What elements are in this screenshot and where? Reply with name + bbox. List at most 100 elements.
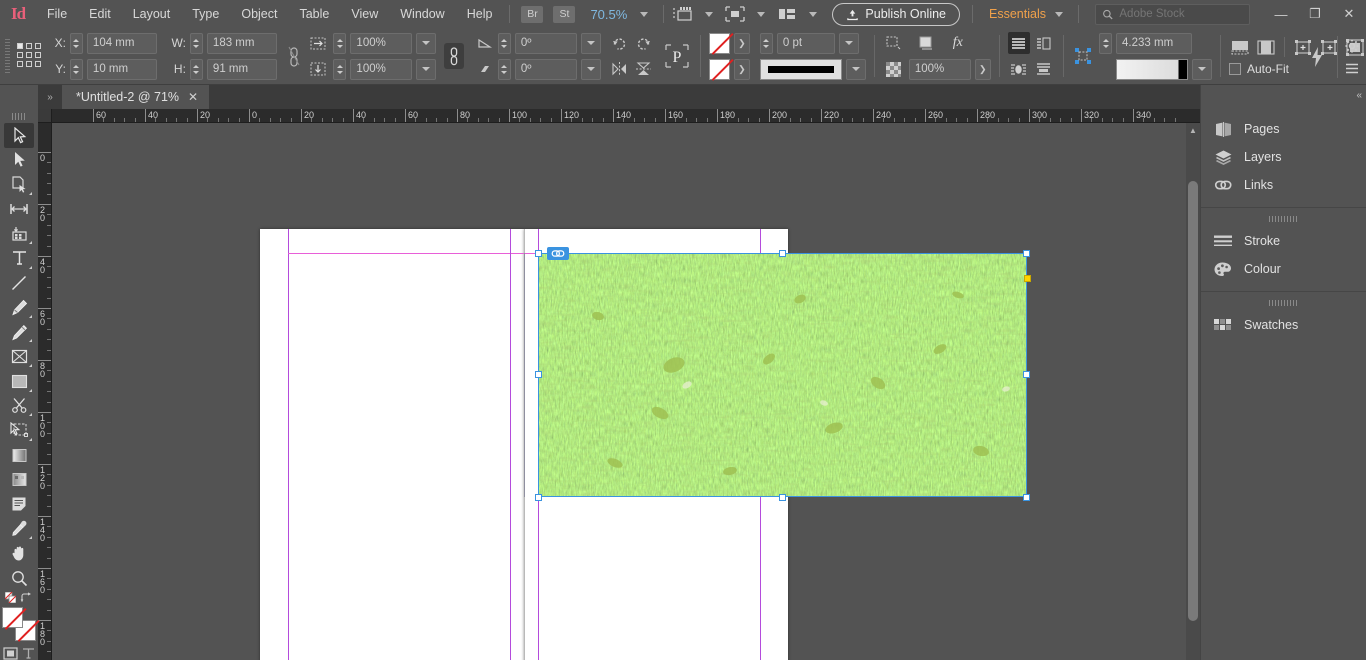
x-input[interactable]: 104 mm — [86, 32, 157, 54]
auto-fit-checkbox[interactable] — [1229, 63, 1241, 75]
selection-handle-top-right[interactable] — [1023, 250, 1030, 257]
stroke-weight-stepper[interactable] — [759, 32, 773, 54]
window-restore-button[interactable]: ❐ — [1298, 0, 1332, 28]
screen-mode-chevron-down-icon[interactable] — [757, 11, 766, 17]
selection-handle-bottom-center[interactable] — [779, 494, 786, 501]
pen-tool[interactable] — [4, 295, 34, 320]
scale-y-input[interactable]: 100% — [350, 58, 413, 80]
menu-type[interactable]: Type — [181, 0, 230, 28]
control-panel-grip[interactable] — [3, 39, 12, 73]
constrain-proportions-wh-icon[interactable] — [286, 43, 302, 69]
pencil-tool[interactable] — [4, 320, 34, 345]
corner-radius-handle[interactable] — [1024, 275, 1031, 282]
flip-horizontal-button[interactable] — [609, 58, 631, 80]
menu-edit[interactable]: Edit — [78, 0, 122, 28]
scale-y-dropdown[interactable] — [416, 58, 437, 80]
free-transform-tool[interactable] — [4, 418, 34, 443]
h-stepper[interactable] — [189, 58, 203, 80]
view-options-icon[interactable] — [673, 6, 693, 22]
arrange-documents-icon[interactable] — [777, 7, 797, 21]
constrain-scale-icon[interactable] — [444, 43, 464, 69]
fill-color-swatch[interactable] — [708, 58, 730, 80]
document-tab-close-icon[interactable]: ✕ — [188, 90, 198, 104]
flip-vertical-button[interactable] — [633, 58, 655, 80]
opacity-dropdown[interactable]: ❯ — [974, 58, 991, 80]
w-stepper[interactable] — [189, 32, 203, 54]
text-wrap-object-shape-button[interactable] — [1008, 58, 1030, 80]
gradient-swatch-tool[interactable] — [4, 443, 34, 468]
stroke-weight-dropdown[interactable] — [838, 32, 859, 54]
h-input[interactable]: 91 mm — [206, 58, 277, 80]
type-tool[interactable] — [4, 246, 34, 271]
rotation-input[interactable]: 0º — [514, 32, 577, 54]
scale-x-stepper[interactable] — [333, 32, 347, 54]
fill-color-dropdown[interactable]: ❯ — [733, 58, 750, 80]
selection-handle-bottom-left[interactable] — [535, 494, 542, 501]
w-input[interactable]: 183 mm — [206, 32, 277, 54]
menu-file[interactable]: File — [36, 0, 78, 28]
publish-online-button[interactable]: Publish Online — [832, 2, 961, 26]
panel-layers[interactable]: Layers — [1201, 143, 1366, 171]
rotate-counterclockwise-button[interactable] — [633, 32, 655, 54]
eyedropper-tool[interactable] — [4, 517, 34, 542]
stock-button[interactable]: St — [553, 5, 576, 23]
direct-selection-tool[interactable] — [4, 148, 34, 173]
menu-layout[interactable]: Layout — [122, 0, 182, 28]
arrange-documents-chevron-down-icon[interactable] — [809, 11, 818, 17]
stroke-weight-input[interactable]: 0 pt — [776, 32, 835, 54]
adobe-stock-search[interactable] — [1095, 3, 1250, 25]
page-tool[interactable] — [4, 172, 34, 197]
corner-options-icon[interactable] — [1072, 44, 1095, 68]
panel-swatches[interactable]: Swatches — [1201, 311, 1366, 339]
scissors-tool[interactable] — [4, 394, 34, 419]
workspace-name[interactable]: Essentials — [989, 7, 1046, 21]
corner-shape-preview[interactable] — [1116, 58, 1189, 80]
stroke-color-dropdown[interactable]: ❯ — [733, 32, 750, 54]
gradient-feather-tool[interactable] — [4, 467, 34, 492]
shear-input[interactable]: 0º — [514, 58, 577, 80]
fill-stroke-proxy[interactable] — [2, 607, 36, 641]
text-wrap-none-button[interactable] — [1007, 32, 1030, 54]
page-left[interactable] — [260, 229, 524, 660]
zoom-tool[interactable] — [4, 566, 34, 591]
selection-handle-middle-right[interactable] — [1023, 371, 1030, 378]
scale-y-stepper[interactable] — [333, 58, 347, 80]
shear-dropdown[interactable] — [580, 58, 601, 80]
opacity-input[interactable]: 100% — [908, 58, 971, 80]
frame-tool[interactable] — [4, 344, 34, 369]
y-input[interactable]: 10 mm — [86, 58, 157, 80]
panel-colour[interactable]: Colour — [1201, 255, 1366, 283]
rotation-stepper[interactable] — [497, 32, 511, 54]
menu-view[interactable]: View — [340, 0, 389, 28]
menu-table[interactable]: Table — [288, 0, 340, 28]
gear-icon[interactable] — [1345, 39, 1359, 53]
fx-button[interactable]: fx — [947, 32, 969, 54]
transparency-icon[interactable] — [883, 58, 905, 80]
selection-handle-top-center[interactable] — [779, 250, 786, 257]
zoom-level-value[interactable]: 70.5% — [590, 7, 627, 22]
x-stepper[interactable] — [69, 32, 83, 54]
screen-mode-icon[interactable] — [725, 6, 745, 22]
selection-handle-middle-left[interactable] — [535, 371, 542, 378]
menu-help[interactable]: Help — [456, 0, 504, 28]
corner-radius-input[interactable]: 4.233 mm — [1116, 32, 1193, 54]
format-text-icon[interactable] — [22, 647, 35, 660]
panel-stroke[interactable]: Stroke — [1201, 227, 1366, 255]
reference-point-selector[interactable] — [16, 43, 42, 69]
menu-window[interactable]: Window — [389, 0, 455, 28]
text-wrap-bounding-box-button[interactable] — [1033, 32, 1055, 54]
drop-shadow-icon[interactable] — [883, 32, 905, 54]
fill-frame-proportionally-button[interactable] — [1255, 36, 1277, 58]
gap-tool[interactable] — [4, 197, 34, 222]
tabstrip-collapse-icon[interactable]: » — [38, 85, 62, 109]
stroke-style-preview[interactable] — [759, 58, 842, 80]
line-tool[interactable] — [4, 271, 34, 296]
pasteboard[interactable] — [52, 123, 1186, 660]
zoom-dropdown-chevron-down-icon[interactable] — [640, 11, 649, 17]
panel-links[interactable]: Links — [1201, 171, 1366, 199]
scale-x-dropdown[interactable] — [416, 32, 437, 54]
rotation-dropdown[interactable] — [580, 32, 601, 54]
selection-handle-bottom-right[interactable] — [1023, 494, 1030, 501]
selection-tool[interactable] — [4, 122, 34, 148]
tools-panel-grip[interactable] — [12, 113, 26, 120]
